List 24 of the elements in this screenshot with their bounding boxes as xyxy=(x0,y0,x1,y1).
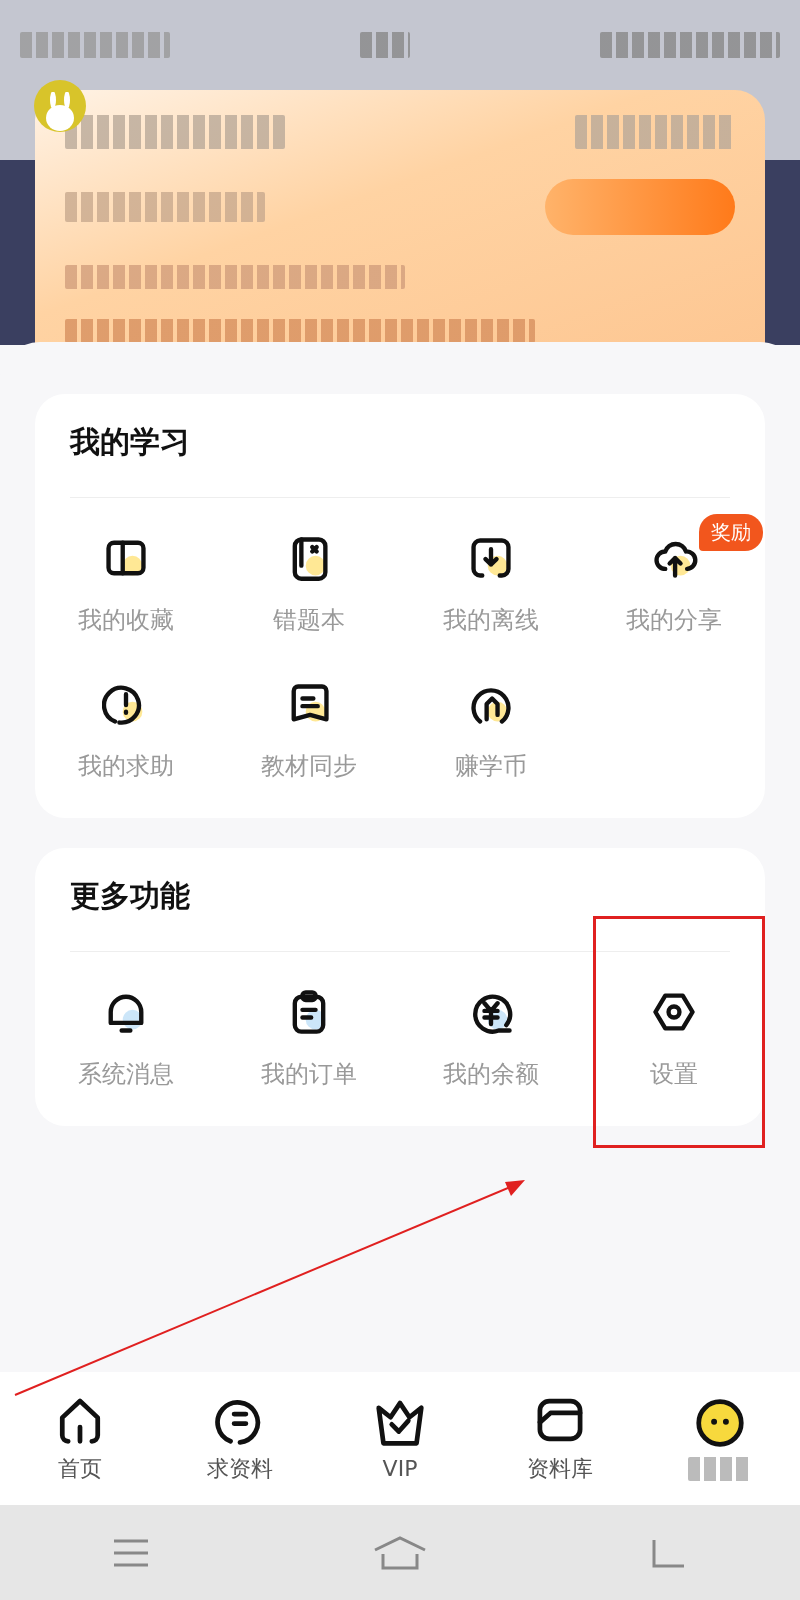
tab-item[interactable]: 首页 xyxy=(0,1393,160,1484)
avatar[interactable] xyxy=(34,80,86,132)
item-label[interactable]: 我的离线 xyxy=(443,604,540,636)
section-title: 我的学习 xyxy=(70,422,730,498)
item-label[interactable]: 教材同步 xyxy=(260,750,357,782)
menu-icon[interactable] xyxy=(111,1537,150,1568)
item-label[interactable]: 我的余额 xyxy=(443,1058,540,1090)
item-label[interactable]: 设置 xyxy=(649,1058,698,1090)
item-label[interactable]: 我的分享 xyxy=(625,604,722,636)
home-icon[interactable] xyxy=(373,1535,427,1570)
reward-badge: 奖励 xyxy=(699,514,763,551)
open-vip-button[interactable] xyxy=(545,179,735,235)
tab-item[interactable]: 资料库 xyxy=(480,1393,640,1484)
item-label[interactable]: 我的收藏 xyxy=(78,604,175,636)
item-label[interactable]: 赚学币 xyxy=(455,750,528,782)
tab-item[interactable]: 求资料 xyxy=(160,1393,320,1484)
section-title: 更多功能 xyxy=(70,876,730,952)
tab-item[interactable]: VIP xyxy=(320,1396,480,1481)
item-label[interactable]: 我的订单 xyxy=(260,1058,357,1090)
item-label[interactable]: 系统消息 xyxy=(78,1058,175,1090)
blurred-time xyxy=(360,32,410,58)
item-label[interactable]: 错题本 xyxy=(272,604,345,636)
face-icon xyxy=(694,1396,746,1449)
item-label[interactable]: 我的求助 xyxy=(78,750,175,782)
